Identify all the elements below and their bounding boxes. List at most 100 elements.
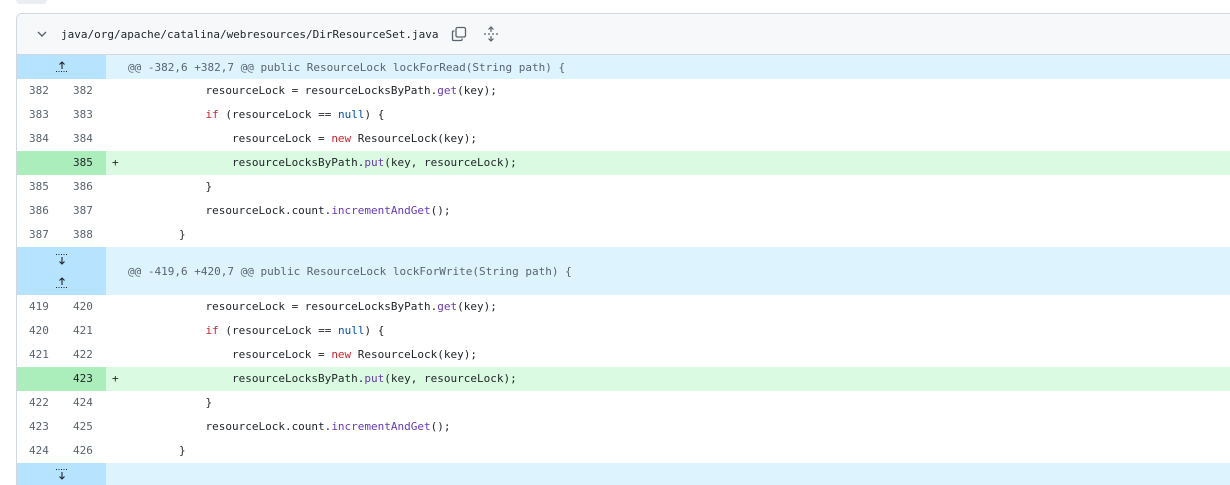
code-text: (key);	[457, 84, 497, 97]
diff-sign: +	[112, 372, 119, 385]
context-line: 387 388 }	[17, 223, 1230, 247]
code-line: }	[126, 175, 1230, 199]
diff-sign	[106, 175, 126, 199]
new-line-number[interactable]: 421	[62, 319, 106, 343]
new-line-number[interactable]: 382	[62, 79, 106, 103]
context-line: 382 382 resourceLock = resourceLocksByPat…	[17, 79, 1230, 103]
old-line-number[interactable]: 419	[17, 295, 62, 319]
new-line-number[interactable]: 387	[62, 199, 106, 223]
old-line-number[interactable]: 421	[17, 343, 62, 367]
copy-icon[interactable]	[450, 25, 468, 43]
hunk-gutter	[17, 247, 106, 295]
diff-sign	[106, 199, 126, 223]
code-line: resourceLock.count.incrementAndGet();	[126, 199, 1230, 223]
diff-sign: +	[112, 156, 119, 169]
code-text: }	[126, 396, 213, 409]
code-method: get	[437, 300, 458, 313]
code-keyword: new	[331, 348, 352, 361]
fold-down-icon	[55, 254, 68, 265]
new-line-number[interactable]: 388	[62, 223, 106, 247]
old-line-number[interactable]: 386	[17, 199, 62, 223]
new-line-number[interactable]: 420	[62, 295, 106, 319]
new-line-number[interactable]: 383	[62, 103, 106, 127]
file-path[interactable]: java/org/apache/catalina/webresources/Di…	[61, 28, 439, 41]
old-line-number[interactable]: 423	[17, 415, 62, 439]
old-line-number[interactable]: 382	[17, 79, 62, 103]
code-line: resourceLock.count.incrementAndGet();	[126, 415, 1230, 439]
code-method: incrementAndGet	[331, 420, 431, 433]
expand-up-button[interactable]	[17, 55, 106, 79]
diff-sign	[106, 439, 126, 463]
expand-up-button[interactable]	[17, 271, 106, 295]
expand-down-button[interactable]	[17, 463, 106, 485]
code-method: incrementAndGet	[331, 204, 431, 217]
old-line-number[interactable]	[17, 151, 62, 175]
old-line-number[interactable]: 383	[17, 103, 62, 127]
diff-sign	[106, 79, 126, 103]
code-text: (key, resourceLock);	[384, 372, 517, 385]
old-line-number[interactable]: 422	[17, 391, 62, 415]
code-method: put	[364, 156, 385, 169]
added-line: 385 + resourceLocksByPath.put(key, resour…	[17, 151, 1230, 175]
new-line-number[interactable]: 386	[62, 175, 106, 199]
context-line: 424 426 }	[17, 439, 1230, 463]
hunk-gutter	[17, 55, 106, 79]
code-text: resourceLock.count.	[126, 420, 332, 433]
context-line: 420 421 if (resourceLock == null) {	[17, 319, 1230, 343]
code-line: resourceLocksByPath.put(key, resourceLoc…	[126, 367, 1230, 391]
expand-down-button[interactable]	[17, 247, 106, 271]
new-line-number[interactable]: 425	[62, 415, 106, 439]
context-line: 421 422 resourceLock = new ResourceLock(k…	[17, 343, 1230, 367]
fold-down-icon	[55, 469, 68, 480]
file-header: java/org/apache/catalina/webresources/Di…	[17, 14, 1230, 55]
hunk-footer-text	[106, 463, 1230, 485]
hunk-header-text: @@ -419,6 +420,7 @@ public ResourceLock …	[128, 264, 572, 278]
hunk-footer	[17, 463, 1230, 485]
code-text: resourceLock.count.	[126, 204, 332, 217]
code-keyword: if	[205, 108, 219, 121]
top-tab	[16, 0, 47, 4]
diff-sign	[106, 295, 126, 319]
old-line-number[interactable]: 385	[17, 175, 62, 199]
diff-block-1: 382 382 resourceLock = resourceLocksByPat…	[17, 79, 1230, 247]
code-text: }	[126, 180, 213, 193]
context-line: 422 424 }	[17, 391, 1230, 415]
code-line: }	[126, 223, 1230, 247]
added-line: 423 + resourceLocksByPath.put(key, resour…	[17, 367, 1230, 391]
code-line: resourceLock = new ResourceLock(key);	[126, 127, 1230, 151]
unfold-icon[interactable]	[482, 25, 500, 43]
code-constant: null	[337, 324, 365, 337]
code-line: resourceLock = resourceLocksByPath.get(k…	[126, 295, 1230, 319]
code-method: get	[437, 84, 458, 97]
code-text: (resourceLock ==	[218, 108, 338, 121]
code-text: (key);	[457, 300, 497, 313]
code-text: resourceLock =	[126, 132, 332, 145]
old-line-number[interactable]: 424	[17, 439, 62, 463]
old-line-number[interactable]	[17, 367, 62, 391]
code-keyword: if	[205, 324, 219, 337]
old-line-number[interactable]: 420	[17, 319, 62, 343]
old-line-number[interactable]: 387	[17, 223, 62, 247]
context-line: 419 420 resourceLock = resourceLocksByPat…	[17, 295, 1230, 319]
context-line: 383 383 if (resourceLock == null) {	[17, 103, 1230, 127]
code-text: (resourceLock ==	[218, 324, 338, 337]
code-text: resourceLock =	[126, 348, 332, 361]
new-line-number[interactable]: 385	[62, 151, 106, 175]
new-line-number[interactable]: 384	[62, 127, 106, 151]
new-line-number[interactable]: 426	[62, 439, 106, 463]
diff-sign	[106, 223, 126, 247]
code-text: resourceLock = resourceLocksByPath.	[126, 300, 438, 313]
diff-sign	[106, 343, 126, 367]
code-line: resourceLocksByPath.put(key, resourceLoc…	[126, 151, 1230, 175]
new-line-number[interactable]: 423	[62, 367, 106, 391]
old-line-number[interactable]: 384	[17, 127, 62, 151]
new-line-number[interactable]: 422	[62, 343, 106, 367]
diff-sign	[106, 415, 126, 439]
chevron-down-icon[interactable]	[34, 26, 50, 42]
new-line-number[interactable]: 424	[62, 391, 106, 415]
diff-sign	[106, 391, 126, 415]
diff-file: java/org/apache/catalina/webresources/Di…	[16, 13, 1230, 485]
code-text: ) {	[364, 108, 385, 121]
